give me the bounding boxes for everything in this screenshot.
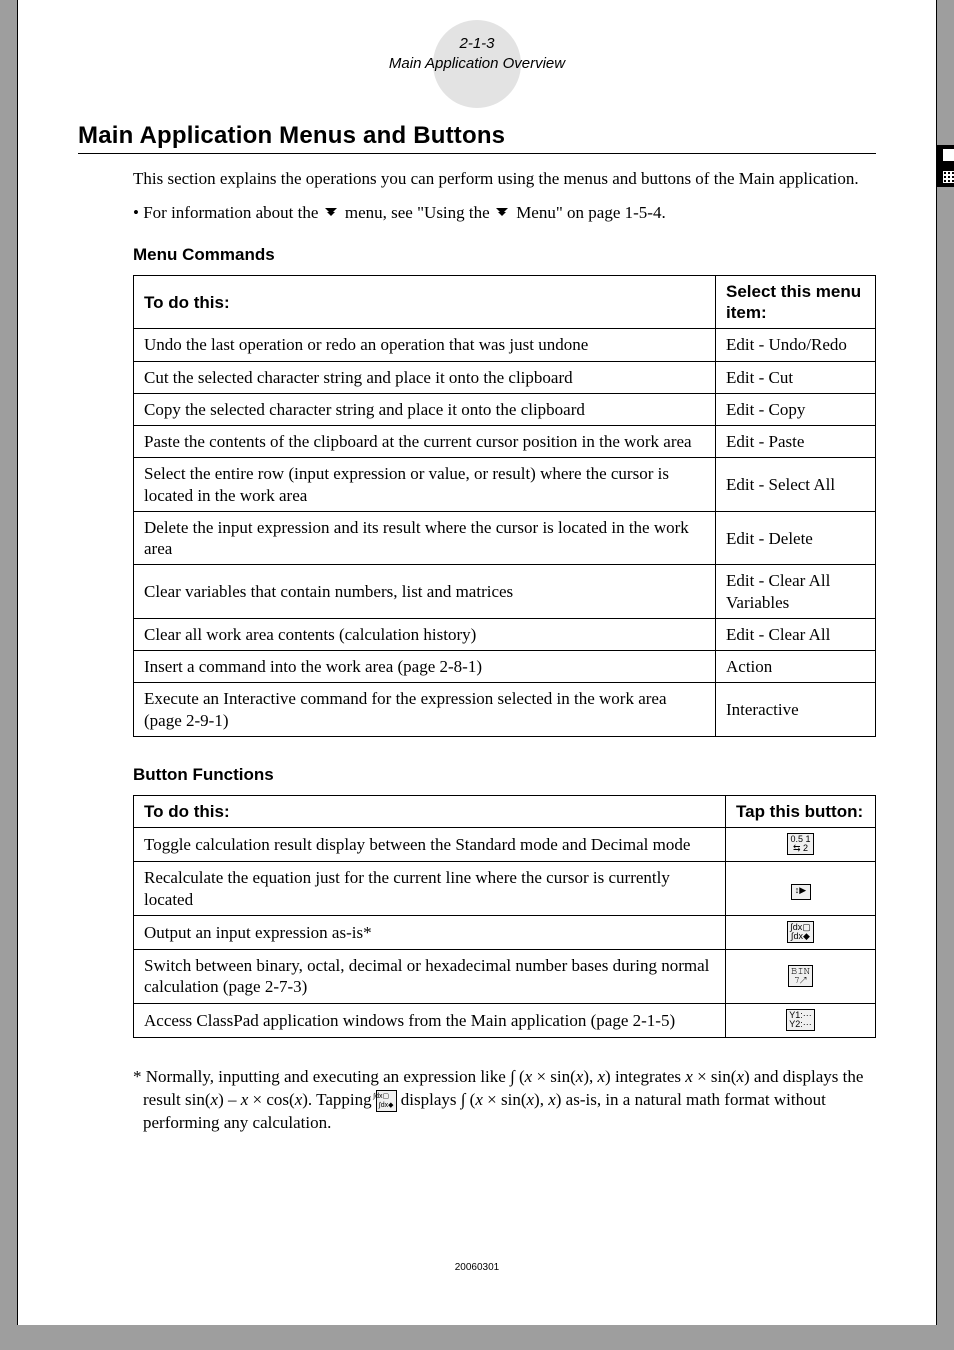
v-menu-icon	[323, 208, 341, 220]
table-row: Access ClassPad application windows from…	[134, 1003, 876, 1037]
menu-action-desc: Copy the selected character string and p…	[134, 393, 716, 425]
bullet-post: Menu" on page 1-5-4.	[512, 203, 666, 222]
menu-item: Edit - Clear All Variables	[716, 565, 876, 619]
menu-item: Edit - Select All	[716, 458, 876, 512]
menu-action-desc: Undo the last operation or redo an opera…	[134, 329, 716, 361]
table-row: Toggle calculation result display betwee…	[134, 828, 876, 862]
footnote: * Normally, inputting and executing an e…	[133, 1066, 876, 1135]
table-row: Select the entire row (input expression …	[134, 458, 876, 512]
menu-item: Edit - Delete	[716, 511, 876, 565]
main-heading: Main Application Menus and Buttons	[78, 122, 876, 154]
menu-item: Interactive	[716, 683, 876, 737]
menu-action-desc: Cut the selected character string and pl…	[134, 361, 716, 393]
menu-item: Edit - Cut	[716, 361, 876, 393]
menu-commands-label: Menu Commands	[133, 245, 876, 265]
table-row: Switch between binary, octal, decimal or…	[134, 950, 876, 1004]
table-row: Clear variables that contain numbers, li…	[134, 565, 876, 619]
calculator-side-icon	[937, 145, 954, 187]
button-action-desc: Recalculate the equation just for the cu…	[134, 862, 726, 916]
recalc-icon[interactable]: ↕▶	[791, 884, 811, 900]
menu-action-desc: Execute an Interactive command for the e…	[134, 683, 716, 737]
bullet-pre: For information about the	[143, 203, 322, 222]
base-icon[interactable]: 𝙱𝙸𝙽 𝟽↗	[788, 965, 813, 987]
menu-action-desc: Select the entire row (input expression …	[134, 458, 716, 512]
button-cell: ∫dx▢ ∫dx◆	[726, 915, 876, 949]
header: 2-1-3 Main Application Overview	[78, 35, 876, 72]
menu-item: Action	[716, 651, 876, 683]
menu-commands-table: To do this: Select this menu item: Undo …	[133, 275, 876, 737]
button-cell: 𝙱𝙸𝙽 𝟽↗	[726, 950, 876, 1004]
button-cell: ↕▶	[726, 862, 876, 916]
button-action-desc: Toggle calculation result display betwee…	[134, 828, 726, 862]
table-row: Insert a command into the work area (pag…	[134, 651, 876, 683]
button-action-desc: Output an input expression as-is*	[134, 915, 726, 949]
asis-icon[interactable]: ∫dx▢ ∫dx◆	[376, 1090, 397, 1112]
table-row: Delete the input expression and its resu…	[134, 511, 876, 565]
menu-item: Edit - Clear All	[716, 618, 876, 650]
menu-item: Edit - Paste	[716, 426, 876, 458]
menu-action-desc: Delete the input expression and its resu…	[134, 511, 716, 565]
menu-action-desc: Paste the contents of the clipboard at t…	[134, 426, 716, 458]
table-header: Tap this button:	[726, 795, 876, 827]
button-cell: 0.5 1 ⇆ 2	[726, 828, 876, 862]
table-row: Cut the selected character string and pl…	[134, 361, 876, 393]
page-number: 2-1-3	[78, 35, 876, 52]
button-cell: Y1:··· Y2:···	[726, 1003, 876, 1037]
button-functions-label: Button Functions	[133, 765, 876, 785]
table-row: Copy the selected character string and p…	[134, 393, 876, 425]
menu-action-desc: Clear variables that contain numbers, li…	[134, 565, 716, 619]
bullet-text: For information about the menu, see "Usi…	[133, 203, 876, 223]
button-action-desc: Access ClassPad application windows from…	[134, 1003, 726, 1037]
menu-item: Edit - Undo/Redo	[716, 329, 876, 361]
menu-item: Edit - Copy	[716, 393, 876, 425]
table-row: Execute an Interactive command for the e…	[134, 683, 876, 737]
asis-icon[interactable]: ∫dx▢ ∫dx◆	[787, 921, 813, 943]
bullet-mid: menu, see "Using the	[341, 203, 494, 222]
button-functions-table: To do this: Tap this button: Toggle calc…	[133, 795, 876, 1038]
table-row: Output an input expression as-is* ∫dx▢ ∫…	[134, 915, 876, 949]
table-header: To do this:	[134, 795, 726, 827]
menu-action-desc: Clear all work area contents (calculatio…	[134, 618, 716, 650]
section-title: Main Application Overview	[78, 55, 876, 72]
button-action-desc: Switch between binary, octal, decimal or…	[134, 950, 726, 1004]
table-row: Recalculate the equation just for the cu…	[134, 862, 876, 916]
standard-decimal-icon[interactable]: 0.5 1 ⇆ 2	[787, 833, 813, 855]
menu-action-desc: Insert a command into the work area (pag…	[134, 651, 716, 683]
table-row: Undo the last operation or redo an opera…	[134, 329, 876, 361]
y1y2-icon[interactable]: Y1:··· Y2:···	[786, 1009, 815, 1031]
table-row: Paste the contents of the clipboard at t…	[134, 426, 876, 458]
v-menu-icon	[494, 208, 512, 220]
intro-text: This section explains the operations you…	[133, 168, 876, 191]
page: 2-1-3 Main Application Overview Main App…	[17, 0, 937, 1325]
footer-date-code: 20060301	[18, 1262, 936, 1273]
table-row: Clear all work area contents (calculatio…	[134, 618, 876, 650]
table-header: To do this:	[134, 275, 716, 329]
table-header: Select this menu item:	[716, 275, 876, 329]
